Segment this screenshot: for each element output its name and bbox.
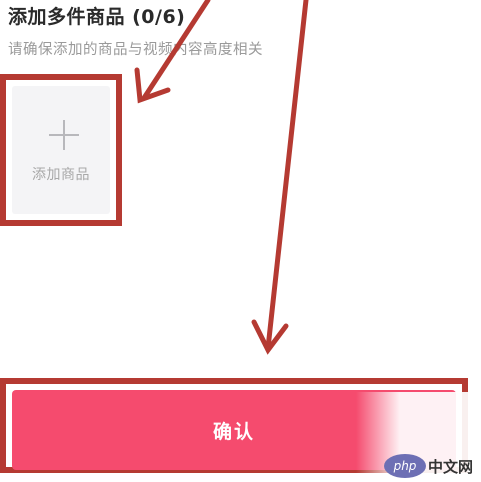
annotation-arrow-to-confirm	[265, 0, 309, 351]
section-title: 添加多件商品 (0/6)	[8, 6, 186, 28]
section-subtitle: 请确保添加的商品与视频内容高度相关	[8, 42, 263, 58]
annotation-arrowhead-tile	[134, 67, 171, 104]
add-product-label: 添加商品	[32, 167, 90, 183]
confirm-button[interactable]: 确认	[12, 390, 456, 470]
plus-icon	[49, 120, 79, 150]
annotation-arrowhead-confirm	[251, 319, 289, 355]
